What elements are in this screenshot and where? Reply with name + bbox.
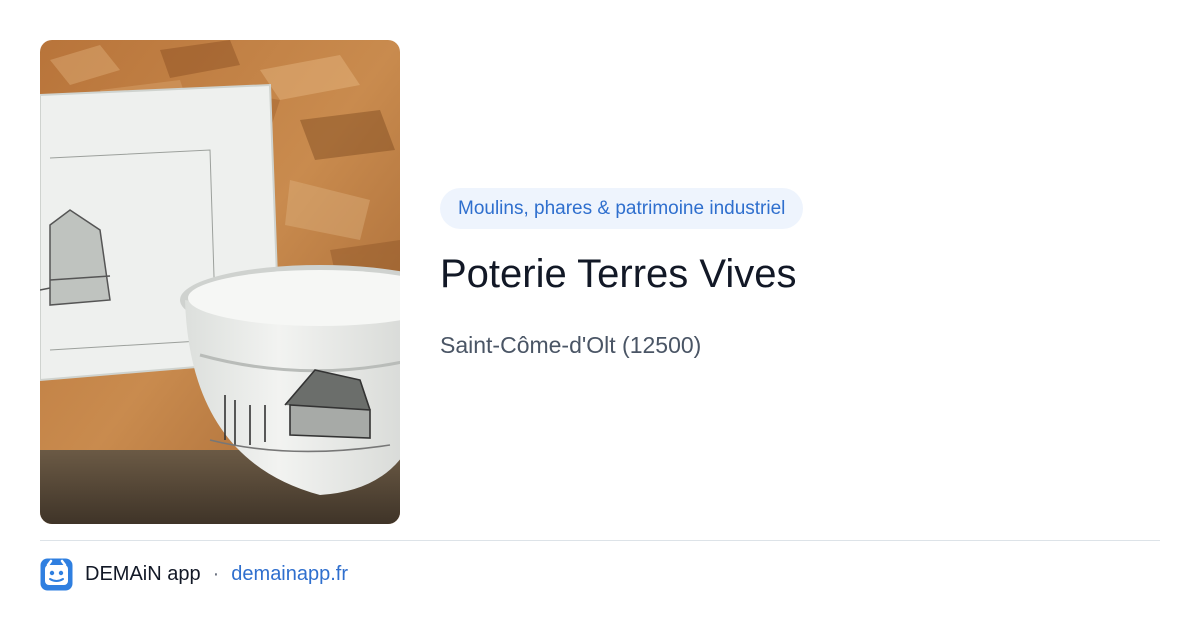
divider <box>40 540 1160 541</box>
share-card: Moulins, phares & patrimoine industriel … <box>0 0 1200 630</box>
place-location: Saint-Côme-d'Olt (12500) <box>440 332 702 358</box>
place-title: Poterie Terres Vives <box>440 252 797 296</box>
card-content: Moulins, phares & patrimoine industriel … <box>440 188 1160 359</box>
separator-dot: · <box>212 563 220 585</box>
footer: DEMAiN app · demainapp.fr <box>40 558 348 591</box>
category-badge[interactable]: Moulins, phares & patrimoine industriel <box>440 188 804 229</box>
app-name: DEMAiN app <box>85 563 201 585</box>
demain-app-icon <box>40 558 73 591</box>
pottery-photo <box>40 40 400 524</box>
domain-link[interactable]: demainapp.fr <box>231 563 348 586</box>
